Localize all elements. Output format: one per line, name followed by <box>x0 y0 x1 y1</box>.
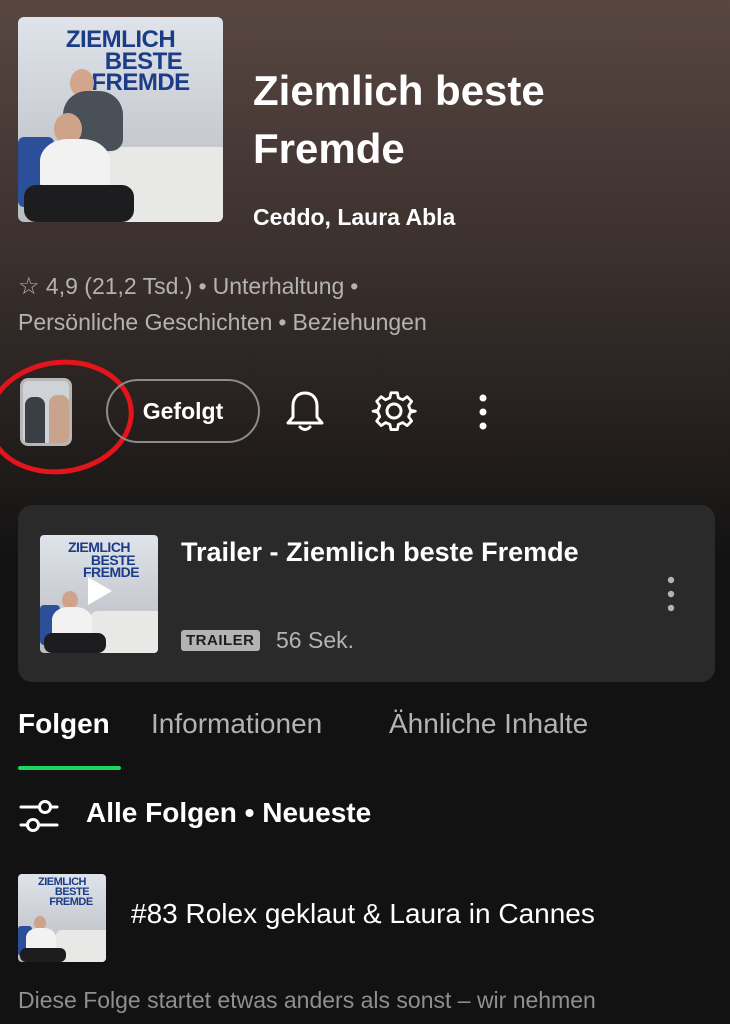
sliders-icon[interactable] <box>18 797 60 835</box>
episode-filter-label[interactable]: Alle Folgen • Neueste <box>86 797 371 829</box>
rating-count: (21,2 Tsd.) <box>84 273 193 299</box>
podcast-meta-line-2: Persönliche Geschichten • Beziehungen <box>18 309 427 336</box>
tab-informationen[interactable]: Informationen <box>151 708 322 740</box>
follow-button[interactable]: Gefolgt <box>106 379 260 443</box>
star-icon: ☆ <box>18 273 40 300</box>
separator-dot: • <box>350 273 359 299</box>
rating-value: 4,9 <box>45 273 78 299</box>
category-tag[interactable]: Beziehungen <box>292 309 426 335</box>
separator-dot: • <box>198 273 207 299</box>
gear-icon[interactable] <box>370 388 418 436</box>
category-tag[interactable]: Persönliche Geschichten <box>18 309 272 335</box>
cover-man-legs <box>24 185 134 222</box>
episode-cover-image[interactable]: ZIEMLICH BESTE FREMDE <box>18 874 106 962</box>
tab-aehnliche-inhalte[interactable]: Ähnliche Inhalte <box>389 708 588 740</box>
trailer-badge: TRAILER <box>181 630 260 651</box>
podcast-cover-image: ZIEMLICH BESTE FREMDE <box>18 17 223 222</box>
separator-dot: • <box>278 309 287 335</box>
bell-icon[interactable] <box>282 388 328 434</box>
cover-text-line: FREMDE <box>49 895 93 908</box>
podcast-title: Ziemlich beste Fremde <box>253 67 545 172</box>
cover-title-text: ZIEMLICH BESTE FREMDE <box>18 28 223 97</box>
episode-title[interactable]: #83 Rolex geklaut & Laura in Cannes <box>131 898 595 930</box>
tab-folgen[interactable]: Folgen <box>18 708 110 740</box>
cover-man-legs <box>20 948 66 962</box>
trailer-more-icon[interactable] <box>656 573 686 615</box>
cover-man-legs <box>44 633 106 653</box>
active-tab-indicator <box>18 766 121 770</box>
more-vertical-icon[interactable] <box>468 390 498 434</box>
episode-description: Diese Folge startet etwas anders als son… <box>18 987 596 1013</box>
trailer-cover-image[interactable]: ZIEMLICH BESTE FREMDE <box>40 535 158 653</box>
cover-title-text: ZIEMLICH BESTE FREMDE <box>18 877 106 908</box>
cover-title-text: ZIEMLICH BESTE FREMDE <box>40 540 158 579</box>
podcast-meta-line-1: ☆ 4,9 (21,2 Tsd.) • Unterhaltung • <box>18 272 364 301</box>
trailer-title[interactable]: Trailer - Ziemlich beste Fremde <box>181 530 621 574</box>
play-icon[interactable] <box>88 577 112 605</box>
category-tag[interactable]: Unterhaltung <box>213 273 345 299</box>
cover-text-line: FREMDE <box>91 69 190 97</box>
trailer-duration: 56 Sek. <box>276 627 354 653</box>
podcast-authors[interactable]: Ceddo, Laura Abla <box>253 204 455 231</box>
